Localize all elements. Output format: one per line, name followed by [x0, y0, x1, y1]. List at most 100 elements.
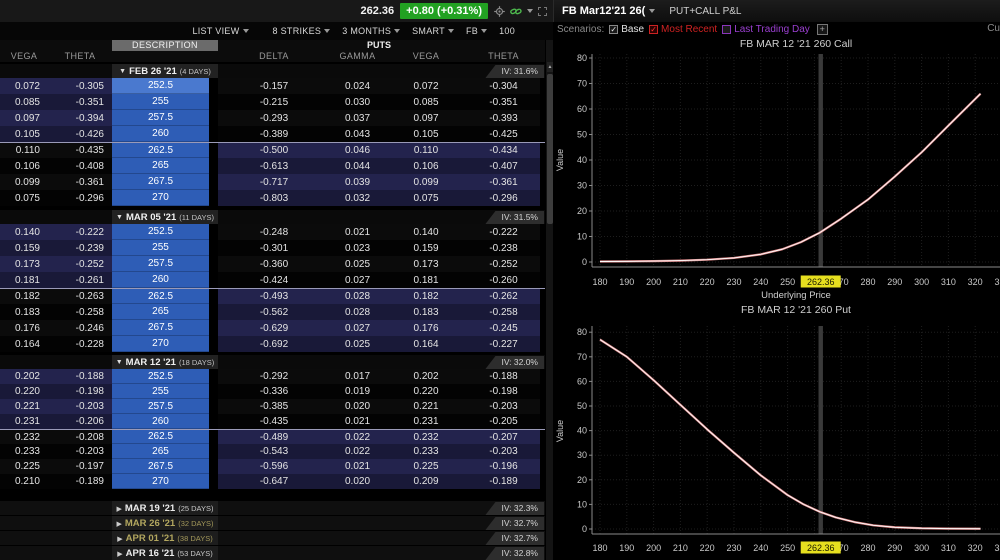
put-delta-cell: -0.293: [218, 110, 330, 126]
expand-arrow-icon: ▶: [117, 550, 123, 558]
strike-cell[interactable]: 255: [112, 240, 209, 256]
strike-cell[interactable]: 267.5: [112, 320, 209, 336]
list-view-dropdown[interactable]: LIST VIEW: [192, 26, 249, 36]
puts-theta-header[interactable]: THETA: [467, 51, 540, 62]
strike-cell[interactable]: 265: [112, 304, 209, 320]
option-chain-row[interactable]: 0.210 -0.189 270 -0.647 0.020 0.209 -0.189: [0, 474, 545, 489]
option-chain-row[interactable]: 0.099 -0.361 267.5 -0.717 0.039 0.099 -0.361: [0, 174, 545, 190]
svg-text:40: 40: [577, 426, 587, 436]
svg-text:320: 320: [968, 543, 983, 553]
expiry-group-header[interactable]: ▼ MAR 12 '21 (18 DAYS) IV: 32.0%: [0, 355, 545, 369]
strike-cell[interactable]: 260: [112, 272, 209, 288]
strike-cell[interactable]: 252.5: [112, 78, 209, 94]
option-chain-row[interactable]: 0.176 -0.246 267.5 -0.629 0.027 0.176 -0.245: [0, 320, 545, 336]
expiry-group-label[interactable]: ▼ MAR 05 '21 (11 DAYS): [112, 210, 218, 224]
strike-cell[interactable]: 270: [112, 474, 209, 489]
calls-vega-header[interactable]: VEGA: [0, 51, 48, 62]
expiry-group-label[interactable]: ▶ MAR 26 '21 (32 DAYS): [112, 516, 218, 531]
quote-topbar: 262.36 +0.80 (+0.31%): [0, 0, 553, 22]
scenario-base[interactable]: ✓ Base: [609, 24, 644, 35]
strike-cell[interactable]: 257.5: [112, 399, 209, 414]
strike-cell[interactable]: 270: [112, 190, 209, 206]
strike-cell[interactable]: 255: [112, 94, 209, 110]
puts-gamma-header[interactable]: GAMMA: [330, 51, 385, 62]
scenario-most-recent[interactable]: ✓ Most Recent: [649, 24, 717, 35]
strike-cell[interactable]: 265: [112, 158, 209, 174]
option-chain-row[interactable]: 0.225 -0.197 267.5 -0.596 0.021 0.225 -0.196: [0, 459, 545, 474]
pnl-contract-selector[interactable]: FB Mar12'21 26(: [562, 5, 645, 17]
days-to-expiry: (53 DAYS): [177, 549, 213, 558]
strike-cell[interactable]: 260: [112, 126, 209, 142]
option-chain-row[interactable]: 0.183 -0.258 265 -0.562 0.028 0.183 -0.258: [0, 304, 545, 320]
put-theta-cell: -0.252: [467, 256, 540, 272]
collapsed-expiry-row[interactable]: ▶ APR 16 '21 (53 DAYS) IV: 32.8%: [0, 545, 545, 560]
strike-cell[interactable]: 267.5: [112, 459, 209, 474]
option-chain-row[interactable]: 0.159 -0.239 255 -0.301 0.023 0.159 -0.238: [0, 240, 545, 256]
add-scenario-button[interactable]: +: [816, 24, 828, 35]
option-chain-row[interactable]: 0.072 -0.305 252.5 -0.157 0.024 0.072 -0.304: [0, 78, 545, 94]
option-chain-row[interactable]: 0.232 -0.208 262.5 -0.489 0.022 0.232 -0.207: [0, 429, 545, 444]
option-chain-row[interactable]: 0.182 -0.263 262.5 -0.493 0.028 0.182 -0.262: [0, 288, 545, 304]
option-chain-row[interactable]: 0.233 -0.203 265 -0.543 0.022 0.233 -0.203: [0, 444, 545, 459]
option-chain-row[interactable]: 0.221 -0.203 257.5 -0.385 0.020 0.221 -0.203: [0, 399, 545, 414]
symbol-dropdown[interactable]: FB: [466, 26, 488, 36]
option-chain-row[interactable]: 0.106 -0.408 265 -0.613 0.044 0.106 -0.407: [0, 158, 545, 174]
option-chain-row[interactable]: 0.202 -0.188 252.5 -0.292 0.017 0.202 -0.188: [0, 369, 545, 384]
strike-cell[interactable]: 252.5: [112, 224, 209, 240]
strike-cell[interactable]: 262.5: [112, 143, 209, 158]
strike-cell[interactable]: 260: [112, 414, 209, 429]
strike-cell[interactable]: 252.5: [112, 369, 209, 384]
option-chain-row[interactable]: 0.164 -0.228 270 -0.692 0.025 0.164 -0.227: [0, 336, 545, 352]
option-chain-row[interactable]: 0.231 -0.206 260 -0.435 0.021 0.231 -0.205: [0, 414, 545, 429]
collapsed-expiry-row[interactable]: ▶ APR 01 '21 (38 DAYS) IV: 32.7%: [0, 530, 545, 546]
strike-cell[interactable]: 257.5: [112, 256, 209, 272]
expiry-group-header[interactable]: ▼ MAR 05 '21 (11 DAYS) IV: 31.5%: [0, 210, 545, 224]
months-dropdown[interactable]: 3 MONTHS: [342, 26, 401, 36]
quote-menu-caret-icon[interactable]: [527, 9, 533, 13]
puts-vega-header[interactable]: VEGA: [385, 51, 467, 62]
row-gap: [209, 304, 218, 320]
table-scrollbar[interactable]: ▲: [545, 40, 553, 560]
put-vega-cell: 0.232: [385, 430, 467, 444]
strike-cell[interactable]: 270: [112, 336, 209, 352]
contract-caret-icon[interactable]: [649, 9, 656, 13]
collapsed-expiry-row[interactable]: ▶ MAR 26 '21 (32 DAYS) IV: 32.7%: [0, 515, 545, 531]
scenario-last-trading-day[interactable]: Last Trading Day: [722, 24, 810, 35]
call-vega-cell: 0.085: [0, 94, 48, 110]
option-chain-row[interactable]: 0.140 -0.222 252.5 -0.248 0.021 0.140 -0.222: [0, 224, 545, 240]
strike-cell[interactable]: 262.5: [112, 289, 209, 304]
strike-cell[interactable]: 262.5: [112, 430, 209, 444]
expiry-label: MAR 05 '21: [125, 211, 177, 223]
strike-cell[interactable]: 265: [112, 444, 209, 459]
last-trading-day-checkbox[interactable]: [722, 25, 732, 34]
option-chain-row[interactable]: 0.110 -0.435 262.5 -0.500 0.046 0.110 -0.434: [0, 142, 545, 158]
option-chain-row[interactable]: 0.085 -0.351 255 -0.215 0.030 0.085 -0.351: [0, 94, 545, 110]
strikes-dropdown[interactable]: 8 STRIKES: [273, 26, 331, 36]
expiry-group-label[interactable]: ▼ MAR 12 '21 (18 DAYS): [112, 355, 218, 369]
expiry-group-label[interactable]: ▶ APR 01 '21 (38 DAYS): [112, 531, 218, 546]
link-icon[interactable]: [510, 6, 522, 17]
exchange-dropdown[interactable]: SMART: [412, 26, 454, 36]
collapsed-expiry-row[interactable]: ▶ MAR 19 '21 (25 DAYS) IV: 32.3%: [0, 500, 545, 516]
option-chain-row[interactable]: 0.105 -0.426 260 -0.389 0.043 0.105 -0.425: [0, 126, 545, 142]
call-theta-cell: -0.206: [48, 414, 112, 429]
gear-icon[interactable]: [494, 5, 505, 17]
expiry-group-label[interactable]: ▼ FEB 26 '21 (4 DAYS): [112, 64, 218, 78]
expiry-group-header[interactable]: ▼ FEB 26 '21 (4 DAYS) IV: 31.6%: [0, 64, 545, 78]
svg-text:190: 190: [619, 277, 634, 287]
option-chain-row[interactable]: 0.181 -0.261 260 -0.424 0.027 0.181 -0.260: [0, 272, 545, 288]
calls-theta-header[interactable]: THETA: [48, 51, 112, 62]
expiry-group-label[interactable]: ▶ APR 16 '21 (53 DAYS): [112, 546, 218, 560]
strike-cell[interactable]: 255: [112, 384, 209, 399]
option-chain-row[interactable]: 0.220 -0.198 255 -0.336 0.019 0.220 -0.198: [0, 384, 545, 399]
strike-cell[interactable]: 257.5: [112, 110, 209, 126]
option-chain-row[interactable]: 0.097 -0.394 257.5 -0.293 0.037 0.097 -0.393: [0, 110, 545, 126]
option-chain-row[interactable]: 0.173 -0.252 257.5 -0.360 0.025 0.173 -0.252: [0, 256, 545, 272]
expiry-group-label[interactable]: ▶ MAR 19 '21 (25 DAYS): [112, 501, 218, 516]
strike-cell[interactable]: 267.5: [112, 174, 209, 190]
most-recent-checkbox[interactable]: ✓: [649, 25, 659, 34]
puts-delta-header[interactable]: DELTA: [218, 51, 330, 62]
base-checkbox[interactable]: ✓: [609, 25, 619, 34]
option-chain-row[interactable]: 0.075 -0.296 270 -0.803 0.032 0.075 -0.296: [0, 190, 545, 206]
expand-frame-icon[interactable]: [538, 6, 547, 16]
